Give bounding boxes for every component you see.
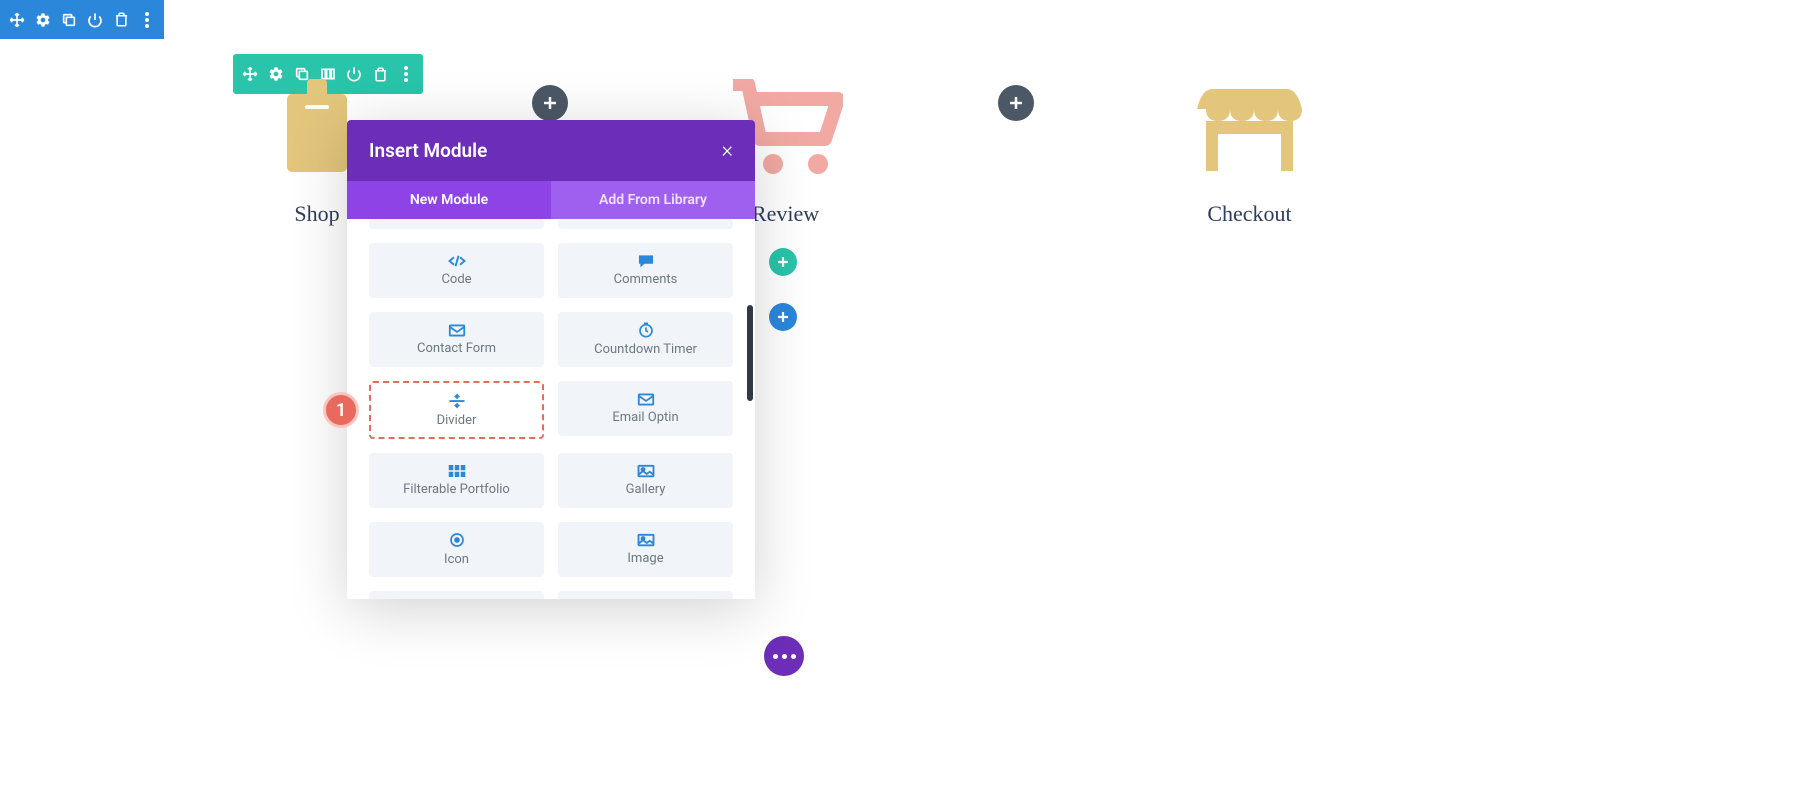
page-settings-button[interactable] — [764, 636, 804, 676]
module-label: Divider — [437, 413, 477, 428]
module-label: Image — [627, 551, 663, 566]
tab-add-from-library[interactable]: Add From Library — [551, 181, 755, 219]
module-image[interactable]: Image — [558, 522, 733, 577]
module-label: Comments — [614, 272, 678, 287]
more-icon[interactable] — [138, 11, 156, 29]
module-card[interactable] — [369, 219, 544, 229]
storefront-icon — [1192, 79, 1307, 179]
tab-new-module[interactable]: New Module — [347, 181, 551, 219]
module-filterable-portfolio[interactable]: Filterable Portfolio — [369, 453, 544, 508]
close-icon[interactable]: × — [721, 138, 733, 163]
trash-icon[interactable] — [112, 11, 130, 29]
mail-icon — [448, 324, 466, 337]
modal-tabs: New Module Add From Library — [347, 181, 755, 219]
module-code[interactable]: Code — [369, 243, 544, 298]
image-icon — [637, 464, 655, 478]
add-module-button[interactable] — [532, 85, 568, 121]
module-card[interactable] — [369, 591, 544, 599]
module-divider[interactable]: Divider — [369, 381, 544, 439]
trash-icon[interactable] — [371, 65, 389, 83]
duplicate-icon[interactable] — [60, 11, 78, 29]
insert-module-modal: Insert Module × New Module Add From Libr… — [347, 120, 755, 599]
callout-badge: 1 — [323, 392, 359, 428]
module-email-optin[interactable]: Email Optin — [558, 381, 733, 436]
modal-header: Insert Module × — [347, 120, 755, 181]
module-gallery[interactable]: Gallery — [558, 453, 733, 508]
modal-body: Code Comments Contact Form Countdown Tim… — [347, 219, 755, 599]
module-label: Code — [441, 272, 471, 287]
module-label: Email Optin — [612, 410, 678, 425]
module-countdown-timer[interactable]: Countdown Timer — [558, 312, 733, 367]
more-icon[interactable] — [397, 65, 415, 83]
mail-icon — [637, 393, 655, 406]
column-label: Checkout — [1207, 201, 1291, 227]
power-icon[interactable] — [86, 11, 104, 29]
section-toolbar — [0, 0, 164, 39]
module-label: Gallery — [626, 482, 666, 497]
gear-icon[interactable] — [34, 11, 52, 29]
module-icon[interactable]: Icon — [369, 522, 544, 577]
module-label: Contact Form — [417, 341, 496, 356]
move-icon[interactable] — [8, 11, 26, 29]
move-icon[interactable] — [241, 65, 259, 83]
module-label: Icon — [444, 552, 469, 567]
scrollbar-thumb[interactable] — [747, 305, 753, 401]
column-label: Shop — [294, 201, 339, 227]
module-contact-form[interactable]: Contact Form — [369, 312, 544, 367]
code-icon — [448, 254, 466, 268]
grid-icon — [448, 464, 466, 478]
divider-icon — [448, 393, 466, 409]
module-label: Countdown Timer — [594, 342, 697, 357]
module-card[interactable] — [558, 219, 733, 229]
image-icon — [637, 533, 655, 547]
add-section-button[interactable] — [769, 303, 797, 331]
modal-title: Insert Module — [369, 139, 487, 162]
timer-icon — [638, 322, 654, 338]
chat-icon — [637, 254, 655, 268]
column-label: Review — [752, 201, 819, 227]
module-label: Filterable Portfolio — [403, 482, 510, 497]
add-module-button[interactable] — [998, 85, 1034, 121]
circle-icon — [449, 532, 465, 548]
module-comments[interactable]: Comments — [558, 243, 733, 298]
ellipsis-icon — [773, 654, 796, 659]
add-row-button[interactable] — [769, 248, 797, 276]
callout-number: 1 — [336, 400, 346, 421]
module-card[interactable] — [558, 591, 733, 599]
column-checkout: Checkout — [1192, 79, 1307, 227]
